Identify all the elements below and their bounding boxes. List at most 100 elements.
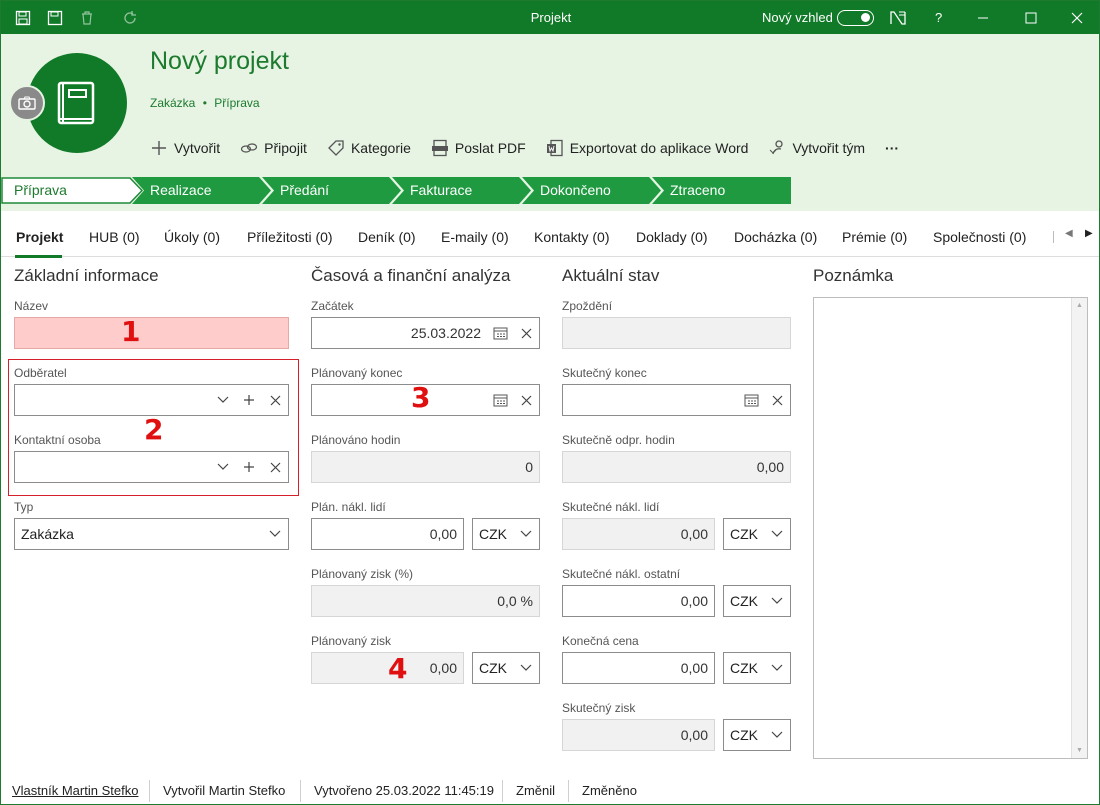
clear-icon[interactable] xyxy=(513,385,539,415)
chevron-down-icon[interactable] xyxy=(210,452,236,482)
actual-staff-cost-value: 0,00 xyxy=(680,526,708,542)
type-value: Zakázka xyxy=(21,526,74,542)
currency-value: CZK xyxy=(479,660,507,676)
actual-other-cost-value: 0,00 xyxy=(680,593,708,609)
name-input[interactable] xyxy=(14,317,289,349)
customer-field[interactable] xyxy=(14,384,289,416)
final-price-label: Konečná cena xyxy=(562,634,639,648)
add-icon[interactable] xyxy=(236,452,262,482)
stage-dokonceno[interactable]: Dokončeno xyxy=(540,177,611,204)
planned-profit-pct-field: 0,0 % xyxy=(311,585,540,617)
start-date-field[interactable]: 25.03.2022 xyxy=(311,317,540,349)
tab-scroll-right-icon[interactable]: ▶ xyxy=(1085,228,1093,239)
help-button[interactable]: ? xyxy=(935,10,942,25)
scroll-up-icon[interactable]: ▲ xyxy=(1076,302,1083,309)
actual-end-field[interactable] xyxy=(562,384,791,416)
chevron-down-icon[interactable] xyxy=(764,653,790,683)
category-button[interactable]: Kategorie xyxy=(327,139,411,157)
scroll-down-icon[interactable]: ▼ xyxy=(1076,747,1083,754)
breadcrumb-stage[interactable]: Příprava xyxy=(214,96,259,110)
stage-ztraceno[interactable]: Ztraceno xyxy=(670,177,725,204)
add-icon[interactable] xyxy=(236,385,262,415)
chevron-down-icon[interactable] xyxy=(764,519,790,549)
trash-icon[interactable] xyxy=(78,9,96,27)
minimize-icon[interactable] xyxy=(974,9,992,27)
delay-label: Zpoždění xyxy=(562,299,613,313)
word-icon xyxy=(546,139,563,157)
tab-doklady[interactable]: Doklady (0) xyxy=(636,229,708,245)
final-price-value: 0,00 xyxy=(680,660,708,676)
planned-staff-cost-input[interactable]: 0,00 xyxy=(311,518,464,550)
owner-link[interactable]: Vlastník Martin Stefko xyxy=(12,783,138,798)
chevron-down-icon[interactable] xyxy=(513,653,539,683)
note-scrollbar[interactable]: ▲ ▼ xyxy=(1071,298,1087,758)
stage-fakturace[interactable]: Fakturace xyxy=(410,177,472,204)
planned-profit-pct-label: Plánovaný zisk (%) xyxy=(311,567,414,581)
type-select[interactable]: Zakázka xyxy=(14,518,289,550)
stage-priprava[interactable]: Příprava xyxy=(14,177,67,204)
save-close-icon[interactable] xyxy=(14,9,32,27)
tab-spolecnosti[interactable]: Společnosti (0) xyxy=(933,229,1026,245)
close-icon[interactable] xyxy=(1068,9,1086,27)
planned-end-label: Plánovaný konec xyxy=(311,366,403,380)
planned-staff-cost-label: Plán. nákl. lidí xyxy=(311,500,386,514)
actual-staff-cost-currency[interactable]: CZK xyxy=(723,518,791,550)
final-price-input[interactable]: 0,00 xyxy=(562,652,715,684)
calendar-icon[interactable] xyxy=(738,385,764,415)
tab-projekt[interactable]: Projekt xyxy=(16,229,63,245)
new-look-label: Nový vzhled xyxy=(762,10,833,25)
chevron-down-icon[interactable] xyxy=(764,720,790,750)
create-team-button[interactable]: Vytvořit tým xyxy=(768,139,865,157)
tab-denik[interactable]: Deník (0) xyxy=(358,229,416,245)
stage-predani[interactable]: Předání xyxy=(280,177,329,204)
planned-profit-pct-value: 0,0 % xyxy=(497,593,533,609)
more-button[interactable]: ··· xyxy=(885,140,899,156)
chevron-down-icon[interactable] xyxy=(262,519,288,549)
planned-profit-currency[interactable]: CZK xyxy=(472,652,540,684)
chevron-down-icon[interactable] xyxy=(513,519,539,549)
export-word-label: Exportovat do aplikace Word xyxy=(569,140,749,156)
create-button[interactable]: Vytvořit xyxy=(150,139,220,157)
tab-hub[interactable]: HUB (0) xyxy=(89,229,140,245)
page-title: Nový projekt xyxy=(150,47,289,75)
planned-staff-cost-currency[interactable]: CZK xyxy=(472,518,540,550)
calendar-icon[interactable] xyxy=(487,318,513,348)
tab-emaily[interactable]: E-maily (0) xyxy=(441,229,509,245)
actual-profit-field: 0,00 xyxy=(562,719,715,751)
final-price-currency[interactable]: CZK xyxy=(723,652,791,684)
currency-value: CZK xyxy=(730,526,758,542)
attach-button[interactable]: Připojit xyxy=(240,139,307,157)
stage-realizace[interactable]: Realizace xyxy=(150,177,211,204)
tab-kontakty[interactable]: Kontakty (0) xyxy=(534,229,609,245)
breadcrumb-type[interactable]: Zakázka xyxy=(150,96,195,110)
tab-ukoly[interactable]: Úkoly (0) xyxy=(164,229,220,245)
created-text: Vytvořeno 25.03.2022 11:45:19 xyxy=(314,783,494,798)
contact-label: Kontaktní osoba xyxy=(14,433,101,447)
export-word-button[interactable]: Exportovat do aplikace Word xyxy=(546,139,749,157)
camera-icon[interactable] xyxy=(9,85,45,121)
tab-dochazka[interactable]: Docházka (0) xyxy=(734,229,817,245)
actual-profit-currency[interactable]: CZK xyxy=(723,719,791,751)
tab-premie[interactable]: Prémie (0) xyxy=(842,229,907,245)
chevron-down-icon[interactable] xyxy=(210,385,236,415)
actual-hours-label: Skutečně odpr. hodin xyxy=(562,433,675,447)
maximize-icon[interactable] xyxy=(1022,9,1040,27)
actual-other-cost-input[interactable]: 0,00 xyxy=(562,585,715,617)
note-textarea[interactable]: ▲ ▼ xyxy=(813,297,1088,759)
save-icon[interactable] xyxy=(46,9,64,27)
layout-icon[interactable] xyxy=(889,9,907,27)
tab-scroll-left-icon[interactable]: ◀ xyxy=(1065,228,1073,239)
clear-icon[interactable] xyxy=(764,385,790,415)
send-pdf-button[interactable]: Poslat PDF xyxy=(431,139,526,157)
start-date-value: 25.03.2022 xyxy=(410,325,481,341)
new-look-toggle[interactable] xyxy=(837,10,874,26)
contact-field[interactable] xyxy=(14,451,289,483)
tab-prilezitosti[interactable]: Příležitosti (0) xyxy=(247,229,333,245)
clear-icon[interactable] xyxy=(513,318,539,348)
refresh-icon[interactable] xyxy=(121,9,139,27)
actual-other-cost-currency[interactable]: CZK xyxy=(723,585,791,617)
calendar-icon[interactable] xyxy=(487,385,513,415)
clear-icon[interactable] xyxy=(262,452,288,482)
chevron-down-icon[interactable] xyxy=(764,586,790,616)
clear-icon[interactable] xyxy=(262,385,288,415)
